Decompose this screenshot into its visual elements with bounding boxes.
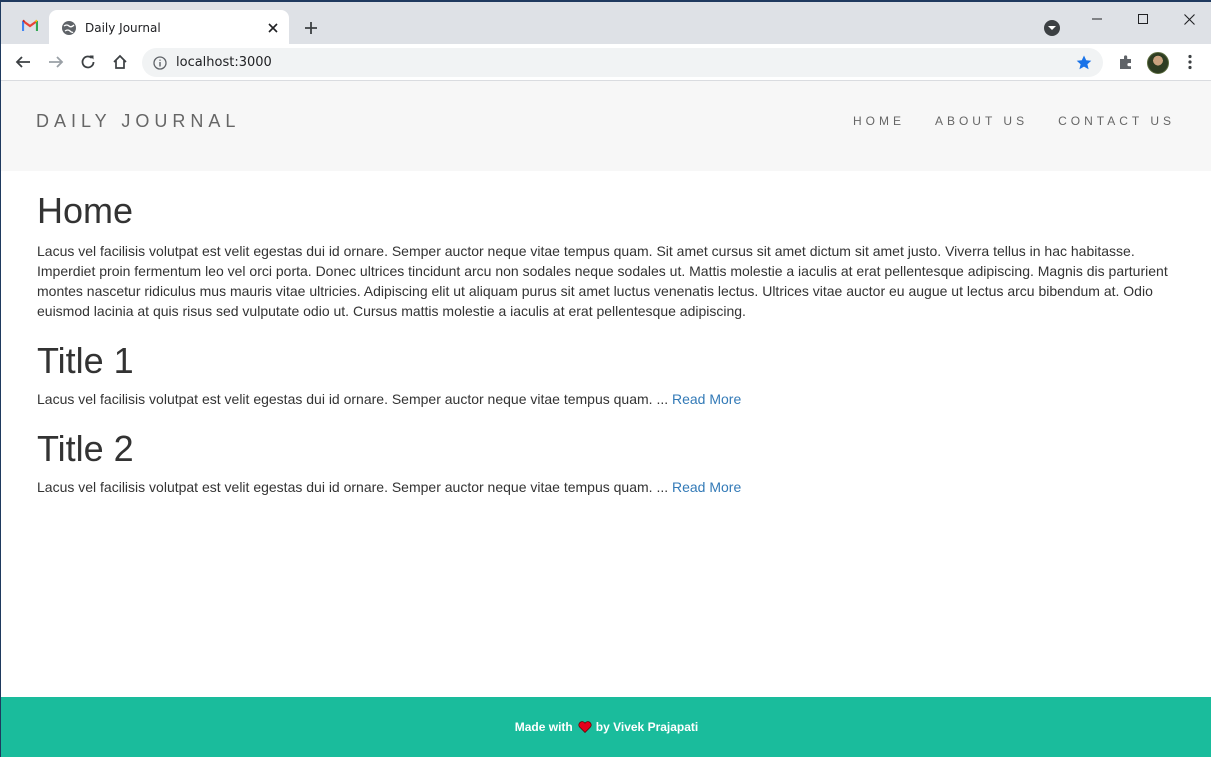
footer-prefix: Made with [514, 720, 573, 734]
arrow-left-icon[interactable] [11, 50, 35, 74]
site-brand[interactable]: DAILY JOURNAL [36, 111, 240, 132]
chevron-down-icon[interactable] [1044, 20, 1060, 36]
browser-tab-strip: Daily Journal [1, 0, 1211, 46]
site-navbar: DAILY JOURNAL HOME ABOUT US CONTACT US [1, 81, 1211, 171]
post-excerpt-text: Lacus vel facilisis volutpat est velit e… [37, 391, 672, 407]
star-icon[interactable] [1075, 54, 1093, 72]
heart-icon [578, 721, 592, 733]
avatar[interactable] [1147, 52, 1169, 74]
nav-link-home[interactable]: HOME [853, 114, 905, 128]
home-icon[interactable] [108, 50, 132, 74]
arrow-right-icon[interactable] [44, 50, 68, 74]
read-more-link[interactable]: Read More [672, 479, 741, 495]
post-title: Title 2 [37, 428, 134, 469]
page-title: Home [37, 190, 134, 231]
nav-link-about[interactable]: ABOUT US [935, 114, 1028, 128]
puzzle-icon[interactable] [1114, 50, 1138, 74]
post-excerpt: Lacus vel facilisis volutpat est velit e… [37, 389, 1177, 409]
close-icon[interactable] [263, 18, 283, 38]
maximize-button[interactable] [1120, 6, 1166, 32]
footer-author: by Vivek Prajapati [595, 720, 699, 734]
address-bar[interactable]: localhost:3000 [142, 48, 1103, 77]
gmail-tab[interactable] [11, 10, 49, 44]
reload-icon[interactable] [76, 50, 100, 74]
post-excerpt-text: Lacus vel facilisis volutpat est velit e… [37, 479, 672, 495]
tab-daily-journal[interactable]: Daily Journal [49, 10, 289, 46]
read-more-link[interactable]: Read More [672, 391, 741, 407]
minimize-button[interactable] [1074, 6, 1120, 32]
site-footer: Made with by Vivek Prajapati [1, 697, 1211, 757]
browser-toolbar: localhost:3000 [1, 44, 1211, 81]
home-paragraph: Lacus vel facilisis volutpat est velit e… [37, 243, 1168, 319]
post-excerpt: Lacus vel facilisis volutpat est velit e… [37, 477, 1177, 497]
gmail-icon [21, 18, 39, 36]
globe-icon [61, 20, 77, 36]
info-icon[interactable] [153, 55, 167, 70]
main-content: Home Lacus vel facilisis volutpat est ve… [37, 171, 1177, 497]
post-title: Title 1 [37, 340, 134, 381]
nav-link-contact[interactable]: CONTACT US [1058, 114, 1175, 128]
tab-title: Daily Journal [85, 21, 161, 35]
window-close-button[interactable] [1166, 6, 1211, 32]
nav-links: HOME ABOUT US CONTACT US [823, 114, 1175, 128]
url-text[interactable]: localhost:3000 [176, 55, 1075, 70]
plus-icon[interactable] [300, 17, 322, 39]
kebab-menu-icon[interactable] [1178, 50, 1202, 74]
